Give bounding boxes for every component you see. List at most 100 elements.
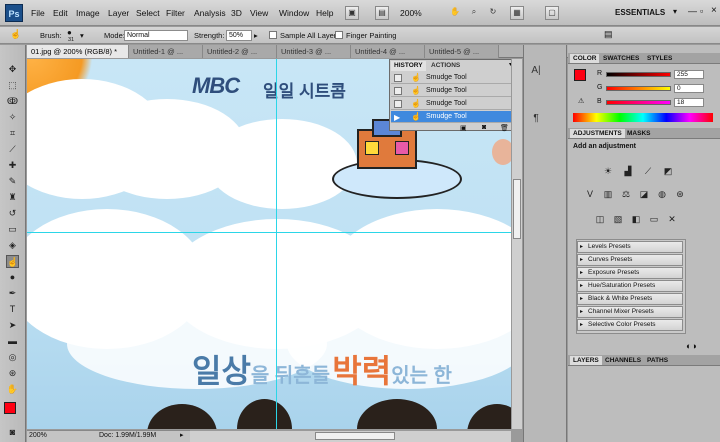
maximize-icon[interactable]: ▫ [700, 6, 703, 16]
clone-stamp-tool-icon[interactable]: ♜ [6, 191, 19, 204]
curves-icon[interactable]: ⟋ [642, 165, 654, 177]
tab-untitled-4[interactable]: Untitled-4 @ ... [351, 45, 425, 58]
menu-view[interactable]: View [250, 8, 268, 18]
quick-mask-icon[interactable]: ◙ [6, 426, 19, 439]
color-spectrum-ramp[interactable] [573, 113, 713, 122]
brush-tool-icon[interactable]: ✎ [6, 175, 19, 188]
selective-color-icon[interactable]: ✕ [666, 213, 678, 225]
gamut-warning-icon[interactable]: ⚠ [578, 97, 584, 105]
history-row[interactable]: ☝ Smudge Tool [391, 98, 511, 110]
zoom-tool-icon[interactable]: ⌕ [467, 6, 481, 20]
view-extras-icon[interactable]: ▤ [375, 6, 389, 20]
menu-select[interactable]: Select [136, 8, 160, 18]
vibrance-icon[interactable]: V [584, 188, 596, 200]
pen-tool-icon[interactable]: ✒ [6, 287, 19, 300]
green-value[interactable]: 0 [674, 84, 704, 93]
gradient-map-icon[interactable]: ▭ [648, 213, 660, 225]
bridge-icon[interactable]: ▣ [345, 6, 359, 20]
brush-preview-icon[interactable]: ● [67, 28, 72, 37]
chevron-down-icon[interactable]: ▾ [80, 31, 84, 40]
foreground-color-swatch[interactable] [4, 402, 16, 414]
tab-untitled-1[interactable]: Untitled-1 @ ... [129, 45, 203, 58]
mode-select[interactable]: Normal [124, 30, 188, 41]
levels-icon[interactable]: ▟ [622, 165, 634, 177]
history-row[interactable]: ☝ Smudge Tool [391, 72, 511, 84]
eraser-tool-icon[interactable]: ▭ [6, 223, 19, 236]
tab-styles[interactable]: STYLES [644, 54, 675, 63]
channel-mixer-icon[interactable]: ⊛ [674, 188, 686, 200]
exposure-presets[interactable]: Exposure Presets [577, 267, 683, 279]
exposure-icon[interactable]: ◩ [662, 165, 674, 177]
paragraph-panel-icon[interactable]: ¶ [528, 111, 544, 127]
tab-masks[interactable]: MASKS [624, 129, 653, 138]
red-slider[interactable] [606, 72, 671, 77]
color-balance-icon[interactable]: ⚖ [620, 188, 632, 200]
tab-color[interactable]: COLOR [570, 54, 600, 63]
arrange-documents-icon[interactable]: ▦ [510, 6, 524, 20]
selective-color-presets[interactable]: Selective Color Presets [577, 319, 683, 331]
tab-untitled-2[interactable]: Untitled-2 @ ... [203, 45, 277, 58]
curves-presets[interactable]: Curves Presets [577, 254, 683, 266]
tab-history[interactable]: HISTORY [391, 61, 426, 71]
hue-saturation-icon[interactable]: ▥ [602, 188, 614, 200]
workspace-switcher[interactable]: ESSENTIALS [615, 8, 665, 17]
menu-file[interactable]: File [31, 8, 45, 18]
red-value[interactable]: 255 [674, 70, 704, 79]
menu-edit[interactable]: Edit [53, 8, 68, 18]
smudge-tool-icon[interactable]: ☝ [6, 255, 19, 268]
horizontal-scrollbar[interactable] [190, 430, 511, 442]
horizontal-guide[interactable] [27, 232, 511, 233]
crop-tool-icon[interactable]: ⌗ [6, 127, 19, 140]
3d-rotate-tool-icon[interactable]: ◎ [6, 351, 19, 364]
channel-mixer-presets[interactable]: Channel Mixer Presets [577, 306, 683, 318]
menu-layer[interactable]: Layer [108, 8, 129, 18]
menu-window[interactable]: Window [279, 8, 309, 18]
green-slider[interactable] [606, 86, 671, 91]
adjustment-options-icon[interactable]: ◐◑ [686, 341, 697, 351]
scroll-thumb[interactable] [513, 179, 521, 239]
threshold-icon[interactable]: ◧ [630, 213, 642, 225]
hand-tool-icon[interactable]: ✋ [6, 383, 19, 396]
history-brush-tool-icon[interactable]: ↺ [6, 207, 19, 220]
new-document-from-state-icon[interactable]: ▣ [460, 124, 467, 132]
menu-analysis[interactable]: Analysis [194, 8, 226, 18]
hue-saturation-presets[interactable]: Hue/Saturation Presets [577, 280, 683, 292]
history-row[interactable]: ☝ Smudge Tool [391, 85, 511, 97]
minimize-icon[interactable]: — [688, 6, 697, 16]
character-panel-icon[interactable]: A| [528, 63, 544, 79]
tab-01-jpg[interactable]: 01.jpg @ 200% (RGB/8) * [27, 45, 129, 58]
finger-painting-checkbox[interactable] [335, 31, 343, 39]
invert-icon[interactable]: ◫ [594, 213, 606, 225]
tab-adjustments[interactable]: ADJUSTMENTS [570, 129, 625, 138]
tab-untitled-3[interactable]: Untitled-3 @ ... [277, 45, 351, 58]
chevron-down-icon[interactable]: ▾ [673, 7, 677, 16]
tab-swatches[interactable]: SWATCHES [600, 54, 642, 63]
vertical-guide[interactable] [276, 59, 277, 429]
chevron-right-icon[interactable]: ▸ [254, 31, 258, 40]
brush-panel-icon[interactable]: ▤ [604, 29, 613, 40]
chevron-right-icon[interactable]: ▸ [180, 431, 184, 439]
tab-untitled-5[interactable]: Untitled-5 @ ... [425, 45, 499, 58]
blue-slider[interactable] [606, 100, 671, 105]
black-white-presets[interactable]: Black & White Presets [577, 293, 683, 305]
zoom-select[interactable]: 200% [400, 8, 422, 18]
close-icon[interactable]: × [711, 5, 717, 16]
history-row-active[interactable]: ▶ ☝ Smudge Tool [391, 111, 511, 123]
sample-all-layers-checkbox[interactable] [269, 31, 277, 39]
3d-orbit-tool-icon[interactable]: ⊛ [6, 367, 19, 380]
photo-filter-icon[interactable]: ◍ [656, 188, 668, 200]
eyedropper-tool-icon[interactable]: ⟋ [6, 143, 19, 156]
smudge-tool-preset-icon[interactable]: ☝ [10, 29, 21, 40]
path-selection-tool-icon[interactable]: ➤ [6, 319, 19, 332]
black-white-icon[interactable]: ◪ [638, 188, 650, 200]
status-zoom[interactable]: 200% [29, 432, 47, 439]
levels-presets[interactable]: Levels Presets [577, 241, 683, 253]
menu-3d[interactable]: 3D [231, 8, 242, 18]
lasso-tool-icon[interactable]: ↂ [6, 95, 19, 108]
scroll-thumb[interactable] [315, 432, 395, 440]
trash-icon[interactable]: 🗑 [500, 124, 509, 132]
menu-help[interactable]: Help [316, 8, 333, 18]
paint-bucket-tool-icon[interactable]: ◈ [6, 239, 19, 252]
rotate-view-icon[interactable]: ↻ [486, 6, 500, 20]
magic-wand-tool-icon[interactable]: ✧ [6, 111, 19, 124]
